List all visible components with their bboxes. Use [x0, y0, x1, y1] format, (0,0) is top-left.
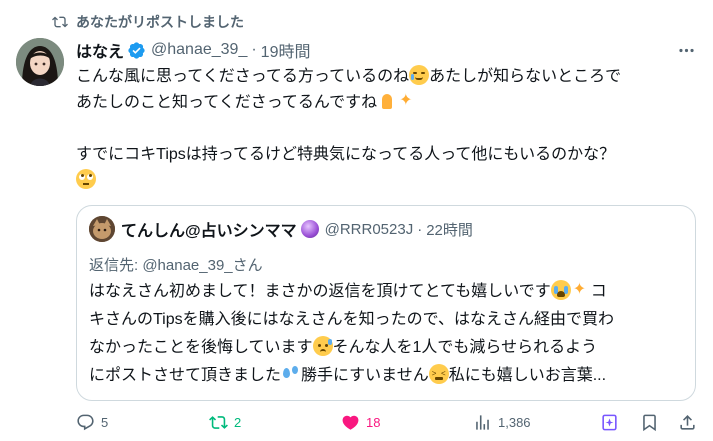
- share-icon: [680, 414, 695, 430]
- grok-icon: [602, 414, 617, 430]
- repost-button[interactable]: 2: [209, 410, 241, 434]
- repost-count: 2: [234, 414, 242, 430]
- post-header: はなえ @hanae_39_ · 19時間: [76, 39, 310, 61]
- post-line-4: [76, 168, 700, 194]
- post-line-1: こんな風に思ってくださってる方っているのね あたしが知らないところで: [76, 64, 700, 90]
- grok-button[interactable]: [600, 410, 625, 434]
- repost-banner-text: あなたがリポストしました: [76, 14, 244, 30]
- sparkles-emoji-icon: ✦: [572, 281, 587, 298]
- timestamp[interactable]: 19時間: [261, 38, 311, 62]
- quoted-display-name: てんしん@占いシンママ: [121, 223, 297, 240]
- crying-face-emoji-icon: [550, 280, 571, 300]
- quoted-line-1: はなえさん初めまして！まさかの返信を頂けてとても嬉しいです ✦ コ: [89, 280, 607, 300]
- sad-sweat-emoji-icon: [312, 336, 333, 356]
- quoted-handle: @RRR0523J: [324, 220, 414, 238]
- handle[interactable]: @hanae_39_: [151, 41, 247, 59]
- repost-banner[interactable]: あなたがリポストしました: [52, 12, 244, 32]
- reply-icon: [77, 414, 94, 430]
- more-icon: [678, 48, 694, 52]
- crystal-ball-icon: [300, 220, 319, 238]
- avatar[interactable]: [16, 38, 64, 86]
- replying-to: 返信先: @hanae_39_さん: [89, 257, 263, 274]
- post-text: こんな風に思ってくださってる方っているのね あたしが知らないところで あたしのこと…: [76, 64, 700, 194]
- views-count: 1,386: [498, 414, 531, 430]
- views-button[interactable]: 1,386: [473, 410, 531, 434]
- quoted-post-header: てんしん@占いシンママ @RRR0523J · 22時間: [89, 216, 473, 242]
- repost-icon: [52, 16, 68, 28]
- quoted-post-text: はなえさん初めまして！まさかの返信を頂けてとても嬉しいです ✦ コ キさんのTips…: [89, 278, 685, 390]
- bookmark-icon: [643, 414, 656, 431]
- quoted-line-4: にポストさせて頂きました 勝手にすいません > < 私にも嬉しいお言葉...: [89, 362, 685, 390]
- reply-button[interactable]: 5: [76, 410, 108, 434]
- more-options-button[interactable]: [676, 40, 696, 60]
- sweat-droplets-emoji-icon: [281, 364, 301, 384]
- quoted-line-2: キさんのTipsを購入後にはなえさんを知ったので、はなえさん経由で買わ: [89, 311, 614, 328]
- persevering-face-emoji-icon: > <: [428, 364, 449, 384]
- views-icon: [476, 414, 489, 430]
- post-line-3: すでにコキTipsは持ってるけど特典気になってる人って他にもいるのかな？: [76, 146, 616, 163]
- rolling-eyes-emoji-icon: [76, 169, 96, 189]
- action-bar: 5 2 18 1,386: [76, 410, 700, 434]
- quoted-post-card[interactable]: てんしん@占いシンママ @RRR0523J · 22時間 返信先: @hanae…: [76, 205, 696, 401]
- verified-badge-icon[interactable]: [127, 41, 146, 60]
- quoted-timestamp: 22時間: [426, 221, 473, 239]
- reply-count: 5: [101, 414, 109, 430]
- sparkles-emoji-icon: ✦: [399, 92, 413, 109]
- bookmark-button[interactable]: [640, 410, 665, 434]
- like-button[interactable]: 18: [341, 410, 380, 434]
- share-button[interactable]: [678, 410, 703, 434]
- like-count: 18: [366, 414, 381, 430]
- avatar-image: [16, 38, 64, 86]
- quoted-line-3: なかったことを後悔しています そんな人を1人でも減らせられるよう: [89, 334, 685, 362]
- repost-icon: [209, 415, 228, 429]
- heart-icon: [342, 415, 359, 430]
- quoted-avatar: [89, 216, 115, 242]
- separator-dot: ·: [251, 41, 257, 58]
- display-name[interactable]: はなえ: [76, 38, 124, 62]
- separator-dot: ·: [417, 220, 423, 238]
- post-line-blank: [76, 116, 700, 142]
- tearful-smile-emoji-icon: [409, 65, 430, 85]
- folded-hands-emoji-icon: [377, 91, 397, 111]
- post-line-2: あたしのこと知ってくださってるんですね ✦: [76, 90, 700, 116]
